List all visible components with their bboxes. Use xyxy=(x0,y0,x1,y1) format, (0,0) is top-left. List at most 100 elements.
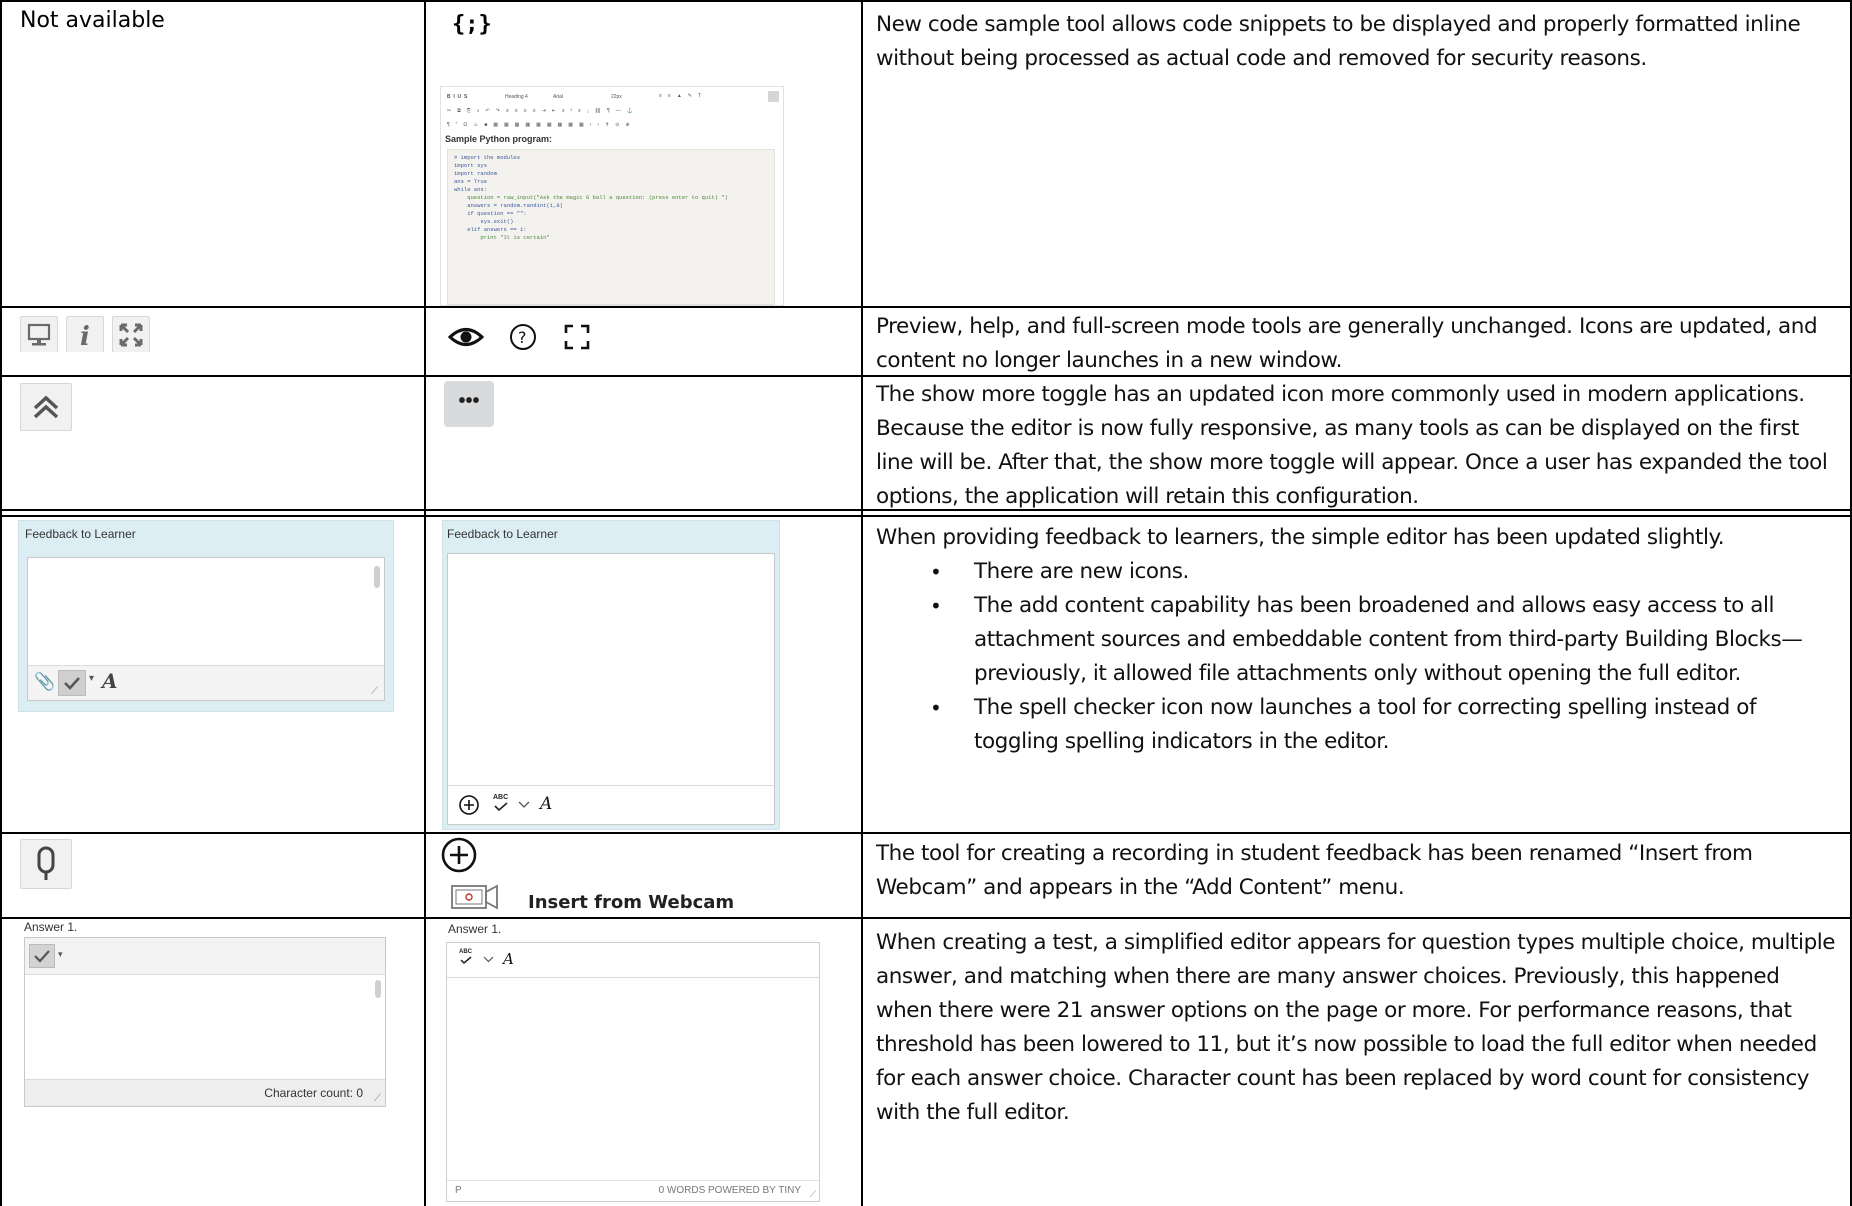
scrollbar[interactable] xyxy=(374,566,380,588)
show-more-toggle-original[interactable] xyxy=(20,383,72,431)
fullscreen-icon xyxy=(119,323,143,347)
word-count-status: 0 WORDS POWERED BY TINY xyxy=(658,1185,801,1196)
dropdown-caret-icon[interactable]: ▾ xyxy=(58,949,63,960)
size-select[interactable]: 22px xyxy=(611,94,622,100)
help-icon[interactable]: ? xyxy=(508,322,538,352)
column-divider-1 xyxy=(424,0,426,1206)
spellcheck-button-original[interactable] xyxy=(58,670,86,696)
feedback-toolbar-ultra: ABC A xyxy=(448,785,774,824)
code-line: print "It is certain" xyxy=(454,234,550,241)
chevron-down-icon[interactable] xyxy=(518,800,530,810)
microphone-icon xyxy=(37,846,55,880)
row-2-description: Preview, help, and full-screen mode tool… xyxy=(876,314,1818,373)
answer-toolbar-original: ▾ xyxy=(25,938,385,975)
row-4-bullet-list: There are new icons. The add content cap… xyxy=(876,555,1836,759)
code-line: if question == "": xyxy=(454,210,527,217)
font-select[interactable]: Arial xyxy=(553,94,563,100)
svg-text:?: ? xyxy=(518,328,527,347)
resize-handle-icon[interactable]: ⟋ xyxy=(374,1093,381,1104)
code-line: elif answers == 1: xyxy=(454,226,527,233)
row-1-description: New code sample tool allows code snippet… xyxy=(876,12,1801,71)
spellcheck-icon xyxy=(34,950,50,963)
answer-editor-box-ultra[interactable]: ABC A P 0 WORDS POWERED BY TINY ⟋ xyxy=(446,942,820,1202)
resize-handle-icon[interactable]: ⟋ xyxy=(371,686,378,697)
table-border-left xyxy=(0,0,2,1206)
feedback-panel-ultra: Feedback to Learner ABC A xyxy=(442,520,780,830)
answer-status-bar-ultra: P 0 WORDS POWERED BY TINY ⟋ xyxy=(447,1180,819,1201)
more-toggle-mini[interactable] xyxy=(768,91,779,102)
row-divider-4 xyxy=(0,832,1852,834)
dropdown-caret-icon[interactable]: ▾ xyxy=(89,673,94,684)
code-sample-icon: {;} xyxy=(452,12,492,37)
editor-toolbar-row-1: B I U S Heading 4 Arial 22px ≡≡▲✎T xyxy=(445,91,779,103)
editor-toolbar-row-3: ¶“Ω☺■▦▦▦▦▦▦▦▦▦‹›✝⊙⊕ xyxy=(447,122,636,128)
answer-editor-ultra: Answer 1. ABC A P 0 WORDS POWERED BY TIN… xyxy=(446,922,826,1206)
scrollbar[interactable] xyxy=(375,980,381,998)
code-line: ans = True xyxy=(454,178,488,185)
answer-editor-box-original[interactable]: ▾ Character count: 0 ⟋ xyxy=(24,937,386,1107)
row-5-description: The tool for creating a recording in stu… xyxy=(876,841,1753,900)
answer-label: Answer 1. xyxy=(448,922,502,936)
spellcheck-icon[interactable] xyxy=(459,956,473,965)
answer-toolbar-ultra: ABC A xyxy=(447,943,819,978)
monitor-icon xyxy=(27,323,51,346)
show-more-toggle-ultra[interactable]: ••• xyxy=(444,381,494,427)
spellcheck-label: ABC xyxy=(493,794,509,801)
webcam-icon xyxy=(451,884,498,910)
eye-icon[interactable] xyxy=(448,322,484,352)
code-line: import sys xyxy=(454,162,488,169)
expand-icon[interactable] xyxy=(562,322,592,352)
code-line: sys.exit() xyxy=(454,218,514,225)
bullet-item: The add content capability has been broa… xyxy=(876,589,1836,691)
character-count: Character count: 0 xyxy=(264,1086,363,1100)
spellcheck-label: ABC xyxy=(459,949,472,955)
add-content-icon[interactable] xyxy=(458,794,480,816)
code-sample-editor-screenshot: B I U S Heading 4 Arial 22px ≡≡▲✎T ✂⧉⎘⌕↶… xyxy=(440,86,784,306)
column-divider-2 xyxy=(861,0,863,1206)
help-button-original[interactable]: i xyxy=(66,316,104,352)
double-chevron-up-icon xyxy=(33,395,59,419)
row-6-description: When creating a test, a simplified edito… xyxy=(876,930,1836,1125)
chevron-down-icon[interactable] xyxy=(483,955,494,964)
row-divider-1 xyxy=(0,306,1852,308)
resize-handle-icon[interactable]: ⟋ xyxy=(810,1189,816,1200)
code-line: import random xyxy=(454,170,497,177)
row-4-description-block: When providing feedback to learners, the… xyxy=(876,521,1836,759)
not-available-text: Not available xyxy=(20,8,165,33)
ellipsis-icon: ••• xyxy=(458,390,480,412)
answer-editor-original: Answer 1. ▾ Character count: 0 ⟋ xyxy=(24,920,392,1110)
clear-format-icon[interactable]: A xyxy=(540,794,552,814)
heading-select[interactable]: Heading 4 xyxy=(505,94,528,100)
code-line: question = raw_input("Ask the magic 8 ba… xyxy=(454,194,728,201)
row-divider-5 xyxy=(0,917,1852,919)
code-line: while ans: xyxy=(454,186,488,193)
add-content-icon[interactable] xyxy=(440,836,478,874)
feedback-editor-original[interactable]: 📎 ▾ A ⟋ xyxy=(27,557,385,701)
editor-toolbar-row-2: ✂⧉⎘⌕↶↷≡≡≡≡⇥⇤x²x₂⛓¶—⚓ xyxy=(447,108,639,114)
preview-button-original[interactable] xyxy=(20,316,58,352)
code-block: # import the modules import sys import r… xyxy=(447,149,775,305)
feedback-panel-original: Feedback to Learner 📎 ▾ A ⟋ xyxy=(18,520,394,712)
fullscreen-button-original[interactable] xyxy=(112,316,150,352)
ultra-icon-group: ? xyxy=(448,318,598,354)
paperclip-icon[interactable]: 📎 xyxy=(34,672,55,692)
insert-from-webcam-label: Insert from Webcam xyxy=(528,892,735,913)
spellcheck-icon[interactable] xyxy=(493,802,509,812)
clear-format-icon[interactable]: A xyxy=(503,950,514,968)
code-line: answers = random.randint(1,8) xyxy=(454,202,563,209)
spellcheck-button-original[interactable] xyxy=(29,944,55,968)
answer-status-bar-original: Character count: 0 ⟋ xyxy=(25,1079,385,1106)
code-line: # import the modules xyxy=(454,154,521,161)
font-format-icon[interactable]: A xyxy=(102,669,118,693)
table-border-top xyxy=(0,0,1852,2)
insert-from-webcam-menu-item[interactable]: Insert from Webcam xyxy=(450,880,750,916)
info-icon: i xyxy=(80,322,90,352)
svg-text:i: i xyxy=(80,322,90,352)
bullet-item: There are new icons. xyxy=(876,555,1836,589)
feedback-editor-ultra[interactable]: ABC A xyxy=(447,553,775,825)
spellcheck-icon xyxy=(64,677,80,690)
sample-title: Sample Python program: xyxy=(445,134,553,144)
record-button-original[interactable] xyxy=(20,839,72,889)
comparison-table: Not available {;} B I U S Heading 4 Aria… xyxy=(0,0,1852,1206)
feedback-label: Feedback to Learner xyxy=(447,527,558,541)
